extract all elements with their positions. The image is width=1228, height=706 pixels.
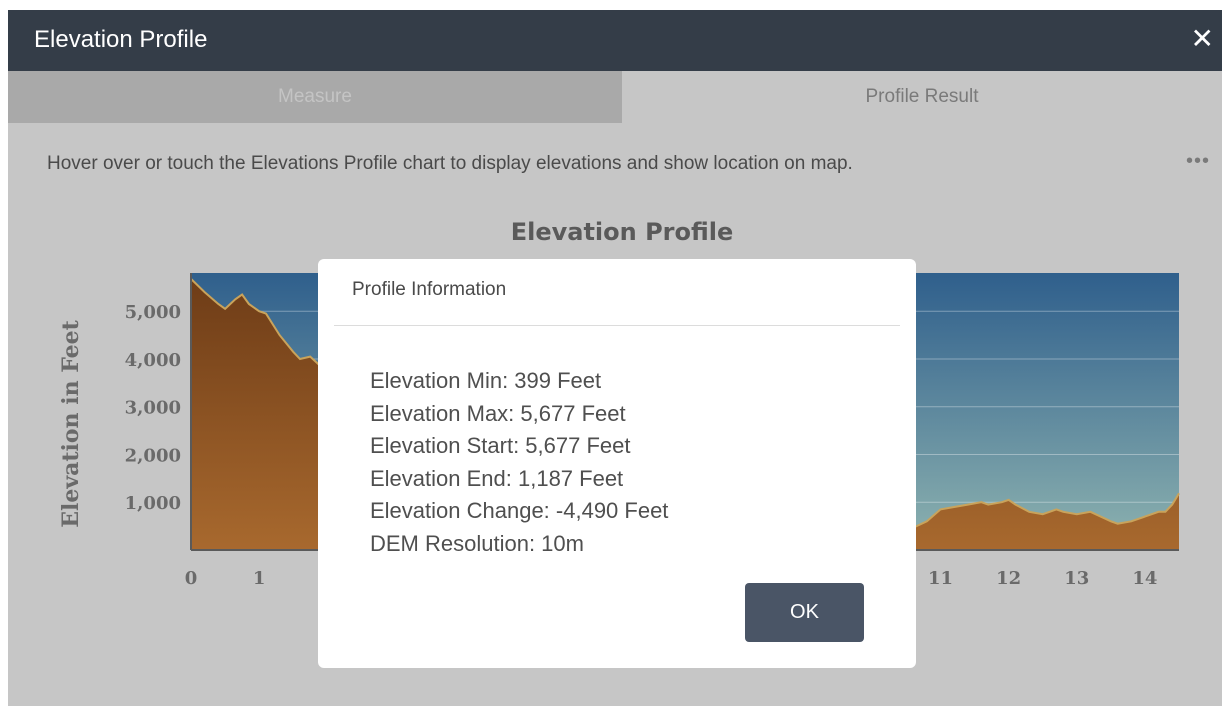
- info-elevation-max: Elevation Max: 5,677 Feet: [370, 400, 626, 426]
- info-elevation-change: Elevation Change: -4,490 Feet: [370, 498, 669, 523]
- profile-info-list: Elevation Min: 399 Feet Elevation Max: 5…: [370, 365, 668, 560]
- dialog-title: Profile Information: [352, 279, 507, 300]
- info-dem-resolution: DEM Resolution: 10m: [370, 530, 584, 556]
- profile-information-dialog: Profile Information Elevation Min: 399 F…: [318, 259, 916, 668]
- ok-button[interactable]: OK: [745, 583, 864, 642]
- info-elevation-end: Elevation End: 1,187 Feet: [370, 465, 624, 491]
- info-elevation-start: Elevation Start: 5,677 Feet: [370, 433, 631, 458]
- dialog-divider: [334, 325, 900, 326]
- info-elevation-min: Elevation Min: 399 Feet: [370, 368, 602, 393]
